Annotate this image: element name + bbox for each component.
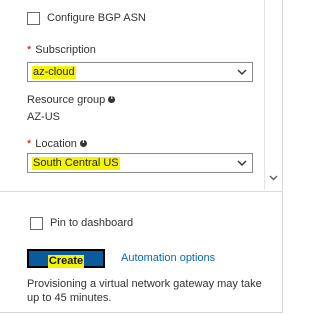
provisioning-note: Provisioning a virtual network gateway m… — [27, 278, 262, 304]
chevron-down-icon — [237, 69, 247, 75]
configure-bgp-asn-label: Configure BGP ASN — [47, 12, 146, 24]
footer-divider — [0, 191, 283, 192]
subscription-select[interactable]: az-cloud — [27, 62, 253, 82]
location-label-row: * Location — [27, 138, 87, 150]
configure-bgp-asn-checkbox[interactable] — [27, 12, 40, 25]
blade-panel: Configure BGP ASN * Subscription az-cloud… — [0, 0, 283, 313]
location-select[interactable]: South Central US — [27, 153, 253, 173]
subscription-label: Subscription — [35, 44, 96, 56]
resource-group-value: AZ-US — [27, 111, 60, 123]
location-label: Location — [35, 138, 77, 150]
form-scroll-area: Configure BGP ASN * Subscription az-cloud… — [0, 0, 264, 190]
pin-to-dashboard-checkbox[interactable] — [30, 217, 43, 230]
subscription-value: az-cloud — [32, 66, 76, 79]
vertical-scrollbar[interactable] — [264, 0, 282, 190]
create-button-label: Create — [47, 255, 85, 268]
pin-to-dashboard-label: Pin to dashboard — [50, 217, 134, 229]
scroll-down-arrow-icon[interactable] — [268, 172, 279, 183]
required-marker: * — [27, 44, 32, 56]
required-marker: * — [27, 138, 32, 150]
automation-options-link[interactable]: Automation options — [121, 252, 215, 264]
subscription-label-row: * Subscription — [27, 44, 96, 56]
create-button[interactable]: Create — [27, 249, 105, 268]
scrollbar-thumb[interactable] — [269, 0, 278, 160]
location-value: South Central US — [32, 157, 120, 170]
resource-group-label: Resource group — [27, 94, 106, 106]
info-icon — [108, 94, 116, 103]
info-icon — [79, 138, 87, 147]
resource-group-label-row: Resource group — [27, 94, 116, 106]
chevron-down-icon — [237, 160, 247, 166]
